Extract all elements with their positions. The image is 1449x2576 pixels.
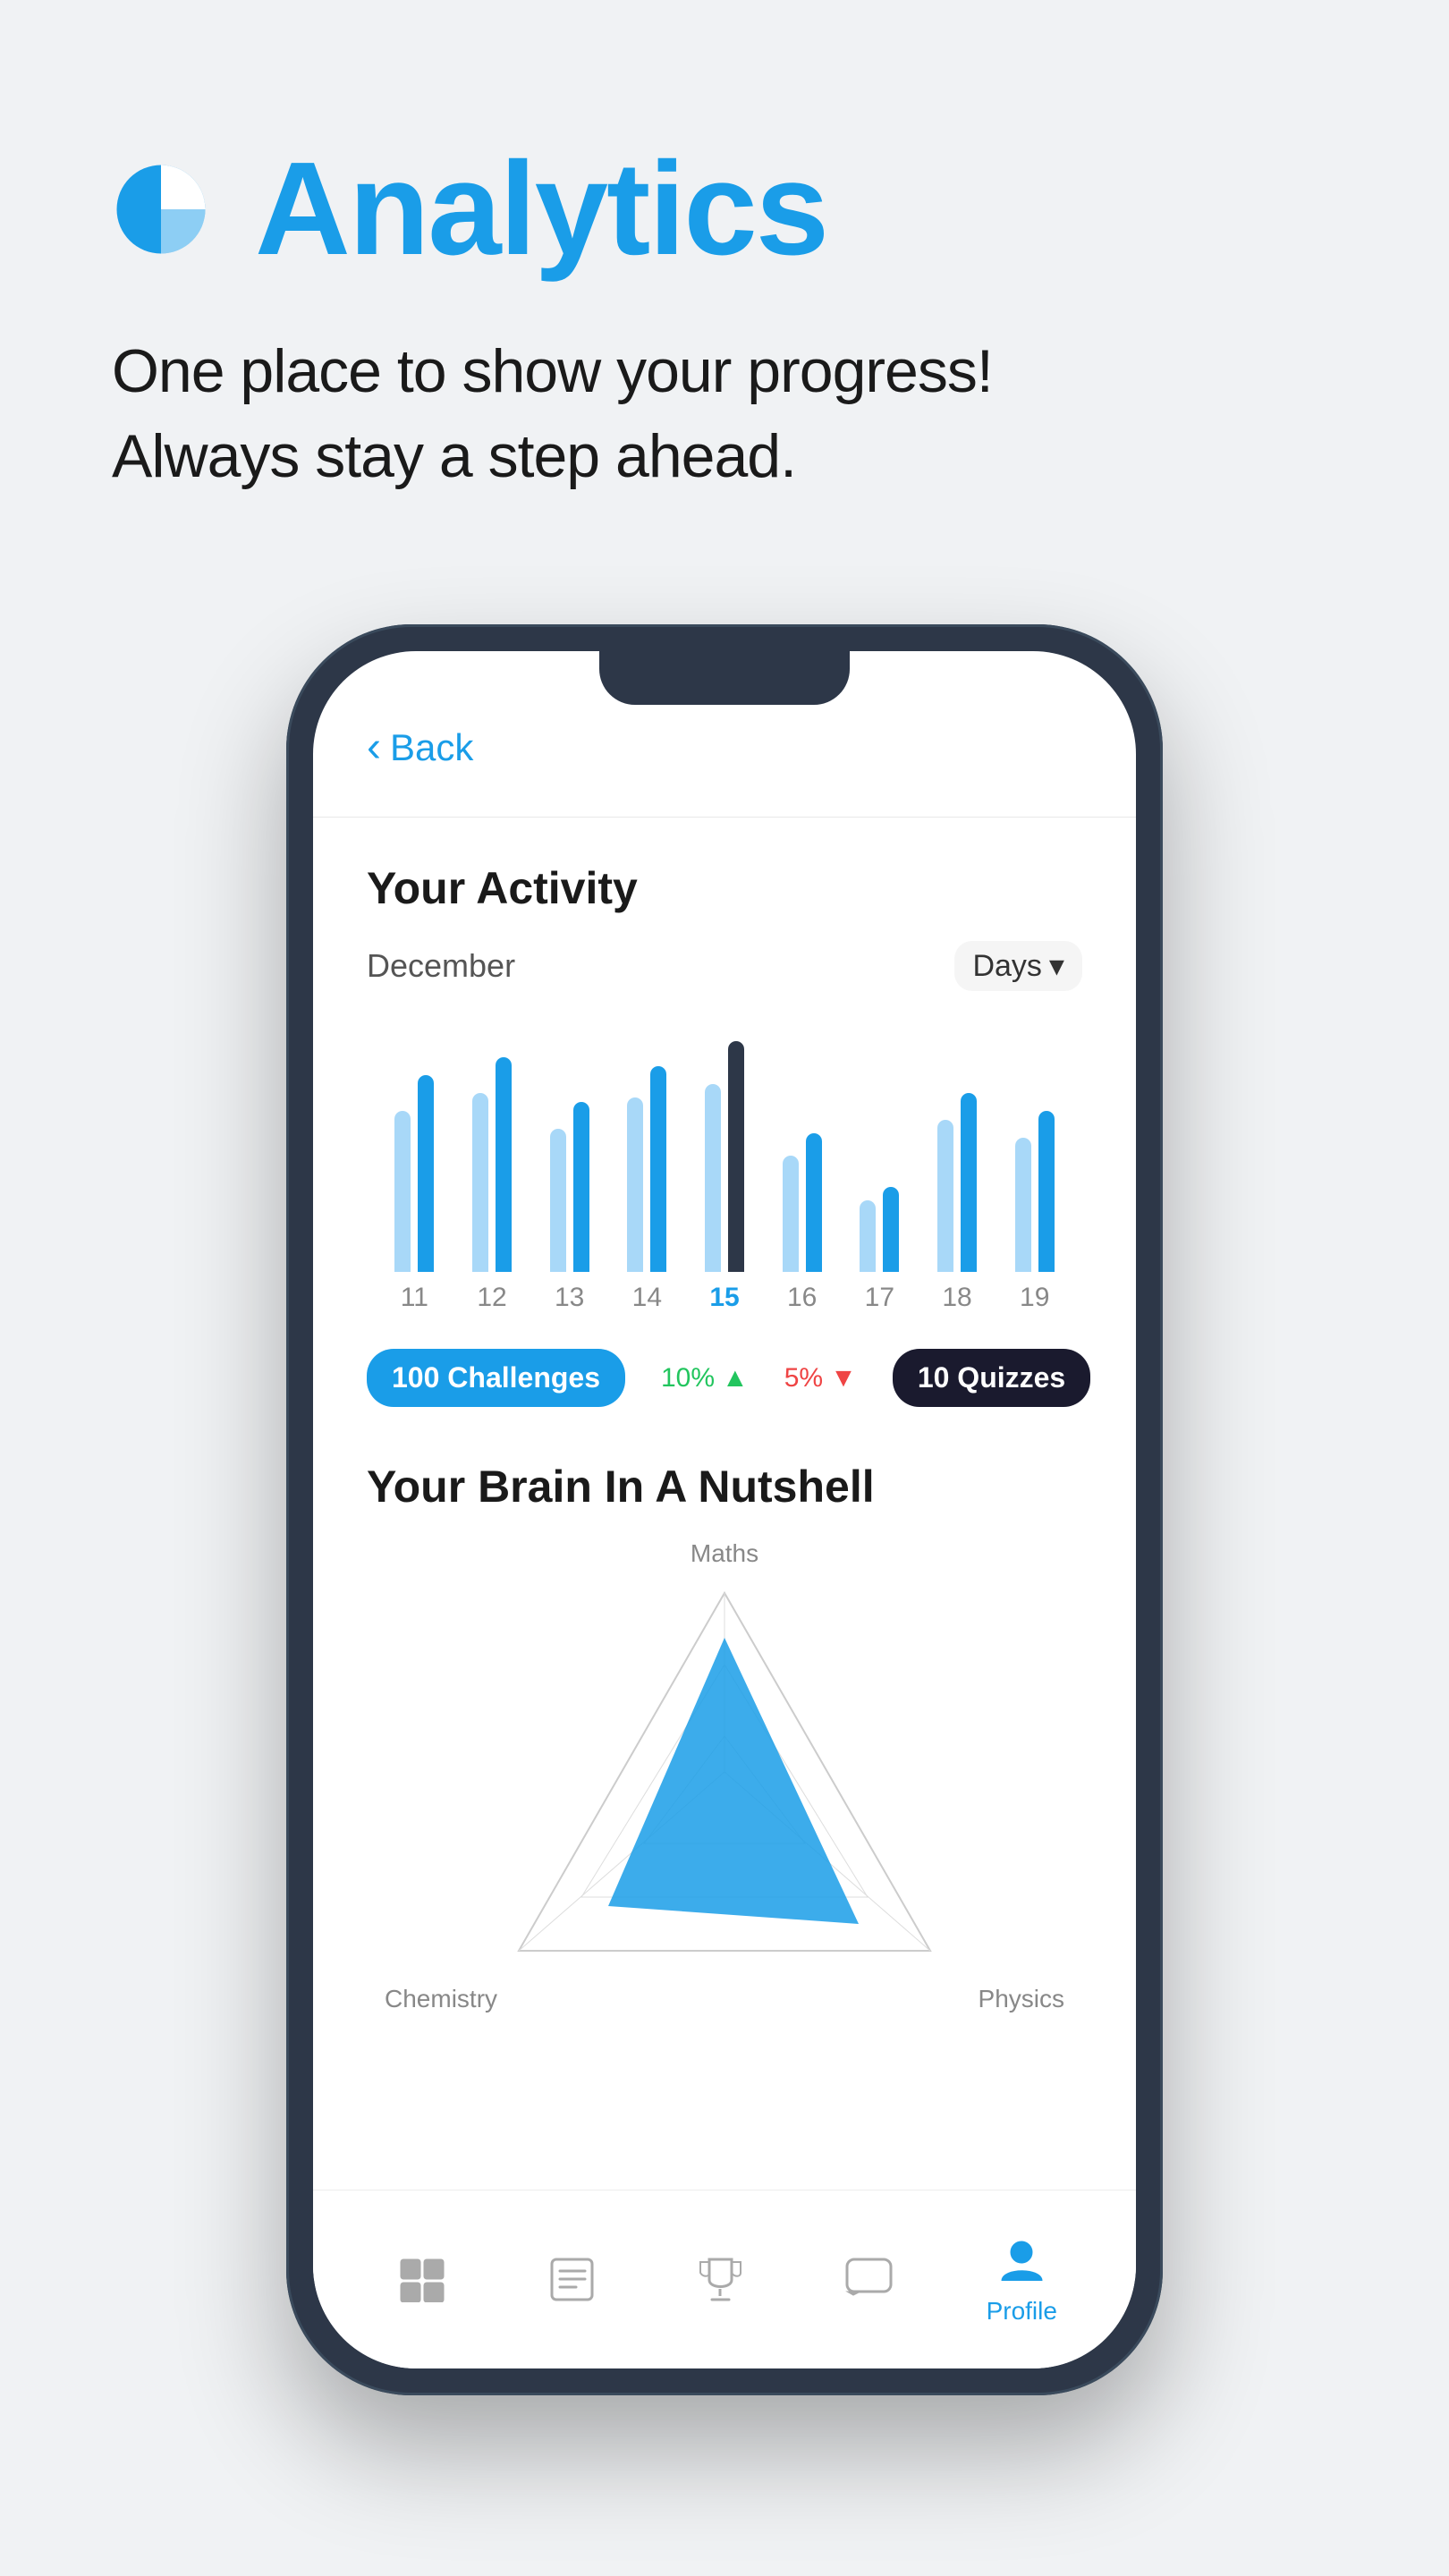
bar-group-11: 11 xyxy=(376,1039,453,1313)
challenges-count: 100 xyxy=(392,1361,439,1394)
dropdown-chevron-icon: ▾ xyxy=(1049,948,1064,984)
bar-group-14: 14 xyxy=(608,1039,686,1313)
bar-16-left xyxy=(783,1156,799,1272)
bar-15-left xyxy=(705,1084,721,1272)
bar-12-right xyxy=(496,1057,512,1272)
bar-11-left xyxy=(394,1111,411,1272)
bar-label-16: 16 xyxy=(787,1283,817,1313)
bar-label-14: 14 xyxy=(632,1283,662,1313)
phone-screen: ‹ Back Your Activity December Days ▾ xyxy=(313,651,1136,2368)
bar-label-19: 19 xyxy=(1020,1283,1049,1313)
bar-group-17: 17 xyxy=(841,1039,919,1313)
bar-19-left xyxy=(1015,1138,1031,1272)
stat-red-value: 5% xyxy=(784,1363,823,1394)
bar-16-right xyxy=(806,1133,822,1272)
bar-19-right xyxy=(1038,1111,1055,1272)
phone-outer-frame: ‹ Back Your Activity December Days ▾ xyxy=(286,624,1163,2395)
activity-header: December Days ▾ xyxy=(367,941,1082,991)
header-section: Analytics One place to show your progres… xyxy=(0,0,1449,553)
bar-14-right xyxy=(650,1066,666,1272)
stat-green-value: 10% xyxy=(661,1363,715,1394)
bar-group-16: 16 xyxy=(763,1039,841,1313)
tab-trophy[interactable] xyxy=(689,2253,751,2307)
home-icon xyxy=(392,2253,454,2307)
bar-17-left xyxy=(860,1200,876,1272)
radar-label-maths: Maths xyxy=(691,1539,758,1568)
divider xyxy=(313,817,1136,818)
header-subtitle: One place to show your progress! Always … xyxy=(112,329,1337,499)
challenges-badge: 100 Challenges xyxy=(367,1349,625,1407)
back-button[interactable]: ‹ Back xyxy=(367,723,1082,772)
messages-icon xyxy=(837,2253,900,2307)
quizzes-label: Quizzes xyxy=(957,1361,1065,1394)
up-arrow-icon: ▲ xyxy=(722,1363,749,1394)
courses-icon xyxy=(540,2253,603,2307)
tab-courses[interactable] xyxy=(540,2253,603,2307)
activity-bar-chart: 11 12 xyxy=(367,1027,1082,1313)
phone-notch xyxy=(599,651,850,705)
bar-group-12: 12 xyxy=(453,1039,531,1313)
back-label: Back xyxy=(390,726,473,769)
stats-row: 100 Challenges 10% ▲ 5% ▼ 10 Quizzes xyxy=(367,1349,1082,1407)
analytics-icon xyxy=(112,160,210,258)
stat-green: 10% ▲ xyxy=(661,1363,749,1394)
back-chevron-icon: ‹ xyxy=(367,723,381,772)
bar-label-17: 17 xyxy=(865,1283,894,1313)
bar-group-13: 13 xyxy=(530,1039,608,1313)
days-label: Days xyxy=(972,949,1041,984)
down-arrow-icon: ▼ xyxy=(830,1363,857,1394)
bar-15-right xyxy=(728,1041,744,1272)
bar-18-right xyxy=(961,1093,977,1272)
screen-content: ‹ Back Your Activity December Days ▾ xyxy=(313,651,1136,2190)
tab-messages[interactable] xyxy=(837,2253,900,2307)
activity-section-title: Your Activity xyxy=(367,862,1082,914)
radar-labels: Maths Chemistry Physics xyxy=(367,1539,1082,2040)
bar-label-12: 12 xyxy=(477,1283,506,1313)
bar-11-right xyxy=(418,1075,434,1272)
bar-12-left xyxy=(472,1093,488,1272)
bar-18-left xyxy=(937,1120,953,1272)
bar-group-19: 19 xyxy=(996,1039,1073,1313)
bar-label-13: 13 xyxy=(555,1283,584,1313)
brain-section-title: Your Brain In A Nutshell xyxy=(367,1461,1082,1513)
quizzes-badge: 10 Quizzes xyxy=(893,1349,1090,1407)
bar-13-right xyxy=(573,1102,589,1272)
bar-label-11: 11 xyxy=(401,1283,428,1313)
page-title: Analytics xyxy=(255,143,827,275)
radar-chart: Maths Chemistry Physics xyxy=(367,1539,1082,2040)
bar-14-left xyxy=(627,1097,643,1272)
bar-group-15: 15 xyxy=(686,1039,764,1313)
bar-17-right xyxy=(883,1187,899,1272)
challenges-label: Challenges xyxy=(447,1361,600,1394)
profile-tab-label: Profile xyxy=(987,2297,1057,2326)
bar-label-18: 18 xyxy=(942,1283,971,1313)
bar-label-15: 15 xyxy=(709,1283,739,1313)
tab-profile[interactable]: Profile xyxy=(987,2234,1057,2326)
quizzes-count: 10 xyxy=(918,1361,950,1394)
brain-section: Your Brain In A Nutshell xyxy=(367,1461,1082,2040)
bar-group-18: 18 xyxy=(919,1039,996,1313)
radar-label-physics: Physics xyxy=(979,1985,1064,2013)
month-label: December xyxy=(367,947,515,985)
radar-label-chemistry: Chemistry xyxy=(385,1985,497,2013)
trophy-icon xyxy=(689,2253,751,2307)
header-title-row: Analytics xyxy=(112,143,1337,275)
phone-mockup-container: ‹ Back Your Activity December Days ▾ xyxy=(0,624,1449,2485)
stat-red: 5% ▼ xyxy=(784,1363,857,1394)
bar-13-left xyxy=(550,1129,566,1272)
profile-icon xyxy=(990,2234,1053,2288)
tab-bar: Profile xyxy=(313,2190,1136,2368)
days-dropdown[interactable]: Days ▾ xyxy=(954,941,1082,991)
tab-home[interactable] xyxy=(392,2253,454,2307)
